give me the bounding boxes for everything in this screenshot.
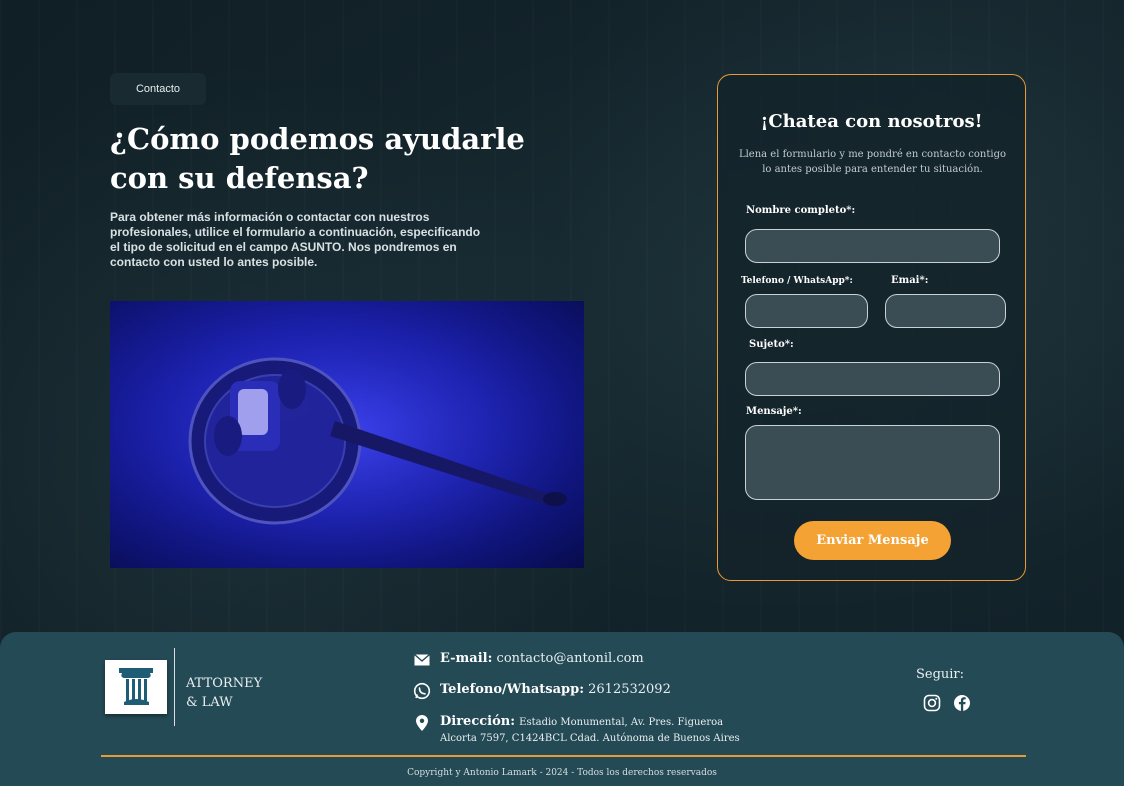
contact-form-card: ¡Chatea con nosotros! Llena el formulari… xyxy=(717,74,1026,581)
site-footer: ATTORNEY & LAW E-mail: contacto@antonil.… xyxy=(0,632,1124,786)
form-subtitle: Llena el formulario y me pondré en conta… xyxy=(738,149,1007,175)
footer-phone-row: Telefono/Whatsapp: 2612532092 xyxy=(413,682,671,700)
send-message-button[interactable]: Enviar Mensaje xyxy=(794,521,951,560)
name-input[interactable] xyxy=(745,229,1000,263)
brand-name: ATTORNEY & LAW xyxy=(186,674,276,712)
facebook-icon[interactable] xyxy=(953,694,971,712)
phone-label: Telefono / WhatsApp*: xyxy=(741,276,853,286)
contact-tag: Contacto xyxy=(110,73,206,105)
address-line-2: Alcorta 7597, C1424BCL Cdad. Autónoma de… xyxy=(440,733,740,744)
whatsapp-icon xyxy=(413,682,431,700)
phone-link[interactable]: 2612532092 xyxy=(588,682,671,697)
subject-label: Sujeto*: xyxy=(749,339,794,350)
location-pin-icon xyxy=(413,714,431,732)
message-label: Mensaje*: xyxy=(746,406,802,417)
email-label: Emai*: xyxy=(891,275,929,286)
logo-divider xyxy=(174,648,175,726)
follow-label: Seguir: xyxy=(915,667,965,682)
form-title: ¡Chatea con nosotros! xyxy=(760,111,983,132)
email-link[interactable]: contacto@antonil.com xyxy=(497,651,644,666)
pillar-logo-icon[interactable] xyxy=(105,660,167,714)
mail-icon xyxy=(413,651,431,669)
subject-input[interactable] xyxy=(745,362,1000,396)
brand-line-2: & LAW xyxy=(186,695,233,710)
copyright: Copyright y Antonio Lamark - 2024 - Todo… xyxy=(407,768,717,778)
name-label: Nombre completo*: xyxy=(746,205,856,216)
phone-input[interactable] xyxy=(745,294,868,328)
address-label: Dirección: xyxy=(440,714,516,729)
message-textarea[interactable] xyxy=(745,425,1000,500)
phone-label: Telefono/Whatsapp: xyxy=(440,682,584,697)
footer-address-row: Dirección: Estadio Monumental, Av. Pres.… xyxy=(413,714,740,746)
intro-paragraph: Para obtener más información o contactar… xyxy=(110,210,481,269)
email-input[interactable] xyxy=(885,294,1006,328)
address-line-1: Estadio Monumental, Av. Pres. Figueroa xyxy=(519,717,724,728)
email-label: E-mail: xyxy=(440,651,493,666)
footer-email-row: E-mail: contacto@antonil.com xyxy=(413,651,644,669)
page-title: ¿Cómo podemos ayudarle con su defensa? xyxy=(110,122,525,195)
gavel-image xyxy=(110,301,584,568)
brand-line-1: ATTORNEY xyxy=(186,676,263,691)
footer-divider xyxy=(101,755,1026,757)
instagram-icon[interactable] xyxy=(923,694,941,712)
